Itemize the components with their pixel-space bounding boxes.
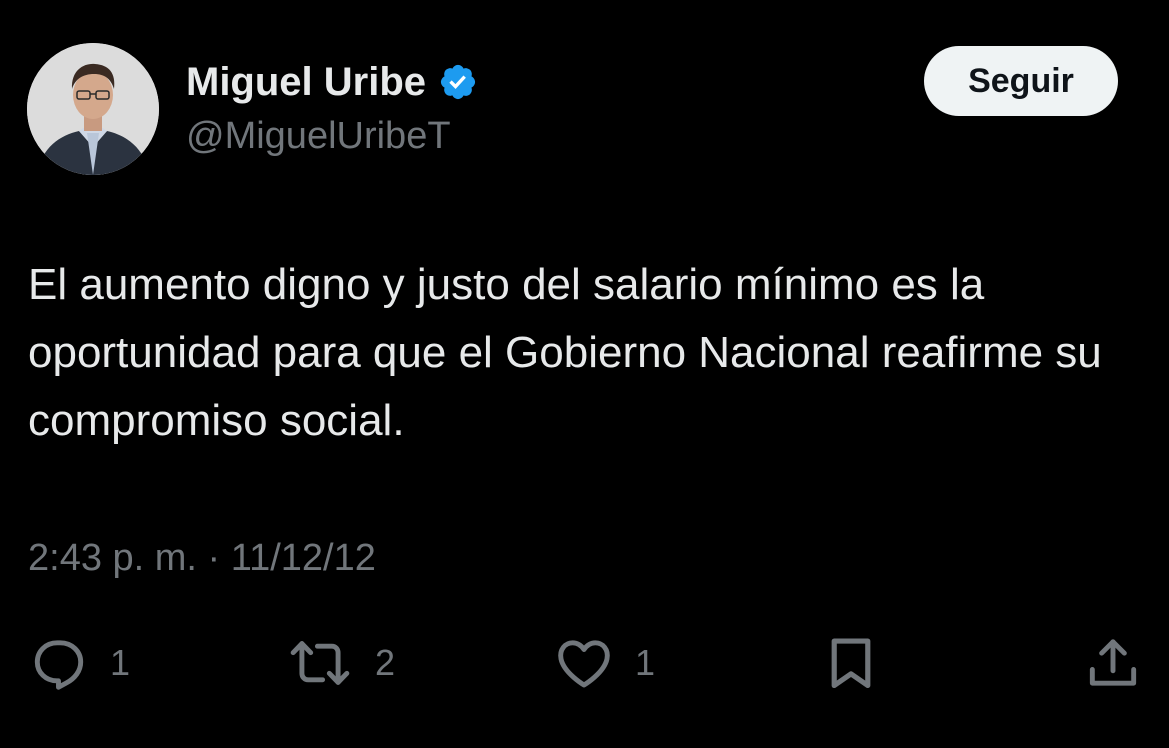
action-bar: 1 2 1	[0, 628, 1169, 698]
verified-badge-icon	[440, 64, 476, 100]
heart-icon	[558, 640, 610, 688]
tweet-timestamp[interactable]: 2:43 p. m. · 11/12/12	[28, 539, 376, 577]
retweet-button[interactable]: 2	[285, 628, 395, 698]
tweet-date[interactable]: 11/12/12	[231, 537, 376, 579]
reply-count: 1	[110, 642, 131, 683]
tweet-text: El aumento digno y justo del salario mín…	[28, 260, 1102, 445]
reply-icon	[34, 640, 84, 690]
follow-button[interactable]: Seguir	[924, 46, 1118, 116]
retweet-icon	[290, 641, 350, 685]
share-icon	[1089, 639, 1137, 686]
author-handle[interactable]: @MiguelUribeT	[186, 117, 451, 155]
meta-separator: ·	[207, 537, 221, 579]
reply-button[interactable]: 1	[28, 628, 130, 698]
author-name[interactable]: Miguel Uribe	[186, 62, 426, 102]
bookmark-icon	[831, 638, 871, 689]
like-button[interactable]: 1	[553, 628, 655, 698]
author-name-row[interactable]: Miguel Uribe	[186, 56, 478, 108]
bookmark-button[interactable]	[820, 628, 882, 698]
retweet-count: 2	[375, 642, 396, 683]
like-count: 1	[635, 642, 656, 683]
tweet-time[interactable]: 2:43 p. m.	[28, 537, 197, 579]
avatar[interactable]	[27, 43, 159, 175]
share-button[interactable]	[1082, 628, 1144, 698]
